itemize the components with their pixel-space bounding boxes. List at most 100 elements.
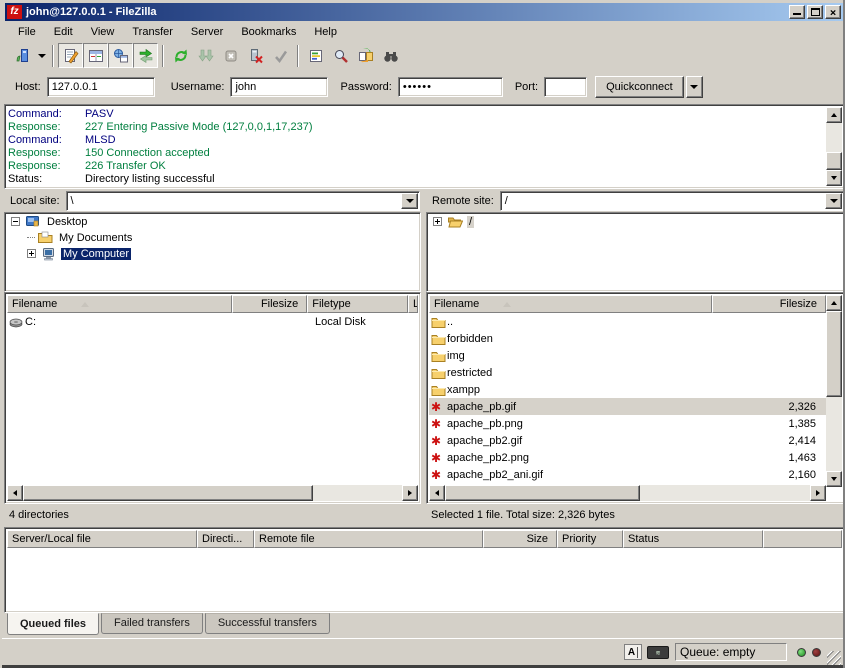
scroll-right-button[interactable] <box>810 485 826 501</box>
folder-row[interactable]: img <box>429 347 826 364</box>
folder-row[interactable]: restricted <box>429 364 826 381</box>
file-row[interactable]: ✱ apache_pb2.gif 2,414 <box>429 432 826 449</box>
scroll-right-button[interactable] <box>402 485 418 501</box>
toggle-transfer-queue-button[interactable] <box>133 43 158 68</box>
scroll-up-button[interactable] <box>826 295 842 311</box>
scrollbar-track[interactable] <box>826 397 842 471</box>
column-header-priority[interactable]: Priority <box>557 530 623 548</box>
column-header-status[interactable]: Status <box>623 530 763 548</box>
file-search-button[interactable] <box>328 43 353 68</box>
tab-successful-transfers[interactable]: Successful transfers <box>205 613 330 634</box>
maximize-button[interactable] <box>807 5 823 19</box>
folder-row[interactable]: xampp <box>429 381 826 398</box>
file-row[interactable]: ✱ apache_pb2.png 1,463 <box>429 449 826 466</box>
folder-row[interactable]: forbidden <box>429 330 826 347</box>
column-header-filesize[interactable]: Filesize <box>232 295 307 313</box>
column-header-filesize[interactable]: Filesize <box>712 295 826 313</box>
host-input[interactable] <box>47 77 155 97</box>
column-header-server-local-file[interactable]: Server/Local file <box>7 530 197 548</box>
disconnect-button[interactable] <box>243 43 268 68</box>
site-manager-dropdown[interactable] <box>35 43 48 68</box>
remote-treeview-icon <box>113 48 129 64</box>
cancel-button[interactable] <box>218 43 243 68</box>
tree-item-root[interactable]: / <box>427 213 844 229</box>
local-site-value: \ <box>67 192 400 210</box>
column-header-filename[interactable]: Filename <box>7 295 232 313</box>
scrollbar-thumb[interactable] <box>826 311 842 397</box>
scroll-up-button[interactable] <box>826 107 842 123</box>
desktop-icon <box>25 215 41 229</box>
column-label: Filesize <box>261 298 298 310</box>
log-label: Command: <box>8 108 85 121</box>
tab-queued-files[interactable]: Queued files <box>7 613 99 635</box>
menu-bookmarks[interactable]: Bookmarks <box>232 24 305 40</box>
filter-button[interactable] <box>303 43 328 68</box>
site-manager-button[interactable] <box>10 43 35 68</box>
tree-item-my-computer[interactable]: My Computer <box>5 245 420 261</box>
menu-server[interactable]: Server <box>182 24 232 40</box>
scroll-left-button[interactable] <box>7 485 23 501</box>
expand-icon[interactable] <box>27 249 36 258</box>
menu-edit[interactable]: Edit <box>45 24 82 40</box>
expand-icon[interactable] <box>433 217 442 226</box>
file-name: apache_pb.png <box>447 418 712 430</box>
speed-limits-icon[interactable]: ≋ <box>647 646 669 659</box>
filezilla-app-icon[interactable]: fz <box>7 5 22 19</box>
folder-row[interactable]: .. <box>429 313 826 330</box>
title-bar[interactable]: fz john@127.0.0.1 - FileZilla × <box>5 3 843 21</box>
collapse-icon[interactable] <box>11 217 20 226</box>
column-header-direction[interactable]: Directi... <box>197 530 254 548</box>
scroll-left-button[interactable] <box>429 485 445 501</box>
quickconnect-button[interactable]: Quickconnect <box>595 76 684 98</box>
log-text: MLSD <box>85 134 116 146</box>
tab-failed-transfers[interactable]: Failed transfers <box>101 613 203 634</box>
scrollbar-thumb[interactable] <box>826 152 842 170</box>
local-site-dropdown[interactable] <box>401 193 418 209</box>
file-row[interactable]: ✱ apache_pb2_ani.gif 2,160 <box>429 466 826 483</box>
file-row-c-drive[interactable]: C: Local Disk <box>7 313 418 330</box>
remote-site-combo[interactable]: / <box>500 191 844 211</box>
scrollbar-thumb[interactable] <box>23 485 313 501</box>
menu-view[interactable]: View <box>82 24 124 40</box>
queue-tabs: Queued files Failed transfers Successful… <box>4 613 845 637</box>
compare-directories-button[interactable] <box>353 43 378 68</box>
column-header-size[interactable]: Size <box>483 530 557 548</box>
refresh-button[interactable] <box>168 43 193 68</box>
toggle-remote-tree-button[interactable] <box>108 43 133 68</box>
port-input[interactable] <box>544 77 587 97</box>
menu-help[interactable]: Help <box>305 24 346 40</box>
quickconnect-dropdown[interactable] <box>686 76 703 98</box>
column-header-lastmodified[interactable]: L <box>408 295 418 313</box>
scroll-down-button[interactable] <box>826 170 842 186</box>
resize-grip[interactable] <box>827 651 841 665</box>
password-input[interactable] <box>398 77 503 97</box>
host-label: Host: <box>15 81 41 93</box>
my-documents-icon <box>37 231 53 245</box>
username-input[interactable] <box>230 77 328 97</box>
process-queue-button[interactable] <box>193 43 218 68</box>
abort-transfer-button[interactable] <box>268 43 293 68</box>
data-type-indicator-icon: A <box>624 644 642 660</box>
scroll-down-button[interactable] <box>826 471 842 487</box>
column-header-filename[interactable]: Filename <box>429 295 712 313</box>
file-row[interactable]: ✱ apache_pb.png 1,385 <box>429 415 826 432</box>
toggle-local-tree-button[interactable] <box>83 43 108 68</box>
file-name: restricted <box>447 367 712 379</box>
local-status-text: 4 directories <box>4 506 421 526</box>
synchronized-browsing-button[interactable] <box>378 43 403 68</box>
file-name: xampp <box>447 384 712 396</box>
menu-file[interactable]: File <box>9 24 45 40</box>
scrollbar-thumb[interactable] <box>445 485 640 501</box>
remote-site-dropdown[interactable] <box>825 193 842 209</box>
file-name: img <box>447 350 712 362</box>
column-header-filetype[interactable]: Filetype <box>307 295 408 313</box>
menu-transfer[interactable]: Transfer <box>123 24 182 40</box>
column-header-remote-file[interactable]: Remote file <box>254 530 483 548</box>
minimize-button[interactable] <box>789 5 805 19</box>
file-row-selected[interactable]: ✱ apache_pb.gif 2,326 <box>429 398 826 415</box>
close-button[interactable]: × <box>825 5 841 19</box>
tree-item-my-documents[interactable]: My Documents <box>5 229 420 245</box>
local-site-combo[interactable]: \ <box>66 191 420 211</box>
tree-item-desktop[interactable]: Desktop <box>5 213 420 229</box>
toggle-message-log-button[interactable] <box>58 43 83 68</box>
